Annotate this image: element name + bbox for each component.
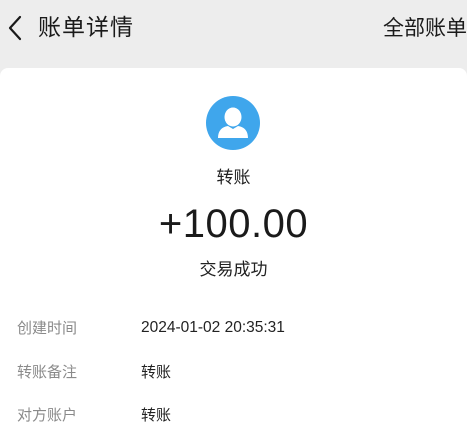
- detail-value: 转账: [141, 406, 172, 424]
- transaction-type: 转账: [216, 168, 251, 188]
- transaction-amount: +100.00: [158, 202, 309, 246]
- header-bar: 账单详情 全部账单: [0, 0, 467, 56]
- chevron-left-icon: [8, 15, 22, 41]
- back-button[interactable]: [0, 10, 30, 46]
- page-title: 账单详情: [38, 15, 134, 41]
- detail-label: 创建时间: [17, 319, 78, 337]
- detail-value: 2024-01-02 20:35:31: [141, 319, 285, 336]
- bill-detail-card: 转账 +100.00 交易成功 创建时间 2024-01-02 20:35:31…: [0, 68, 467, 440]
- transaction-status: 交易成功: [199, 260, 268, 280]
- detail-label: 对方账户: [17, 406, 78, 424]
- detail-value: 转账: [141, 363, 172, 381]
- detail-row-counterparty-account: 对方账户 转账: [0, 402, 467, 428]
- all-bills-button[interactable]: 全部账单: [383, 12, 467, 44]
- detail-row-transfer-note: 转账备注 转账: [0, 359, 467, 385]
- detail-label: 转账备注: [17, 363, 78, 381]
- user-avatar-icon: [206, 96, 260, 150]
- detail-row-created-time: 创建时间 2024-01-02 20:35:31: [0, 315, 467, 341]
